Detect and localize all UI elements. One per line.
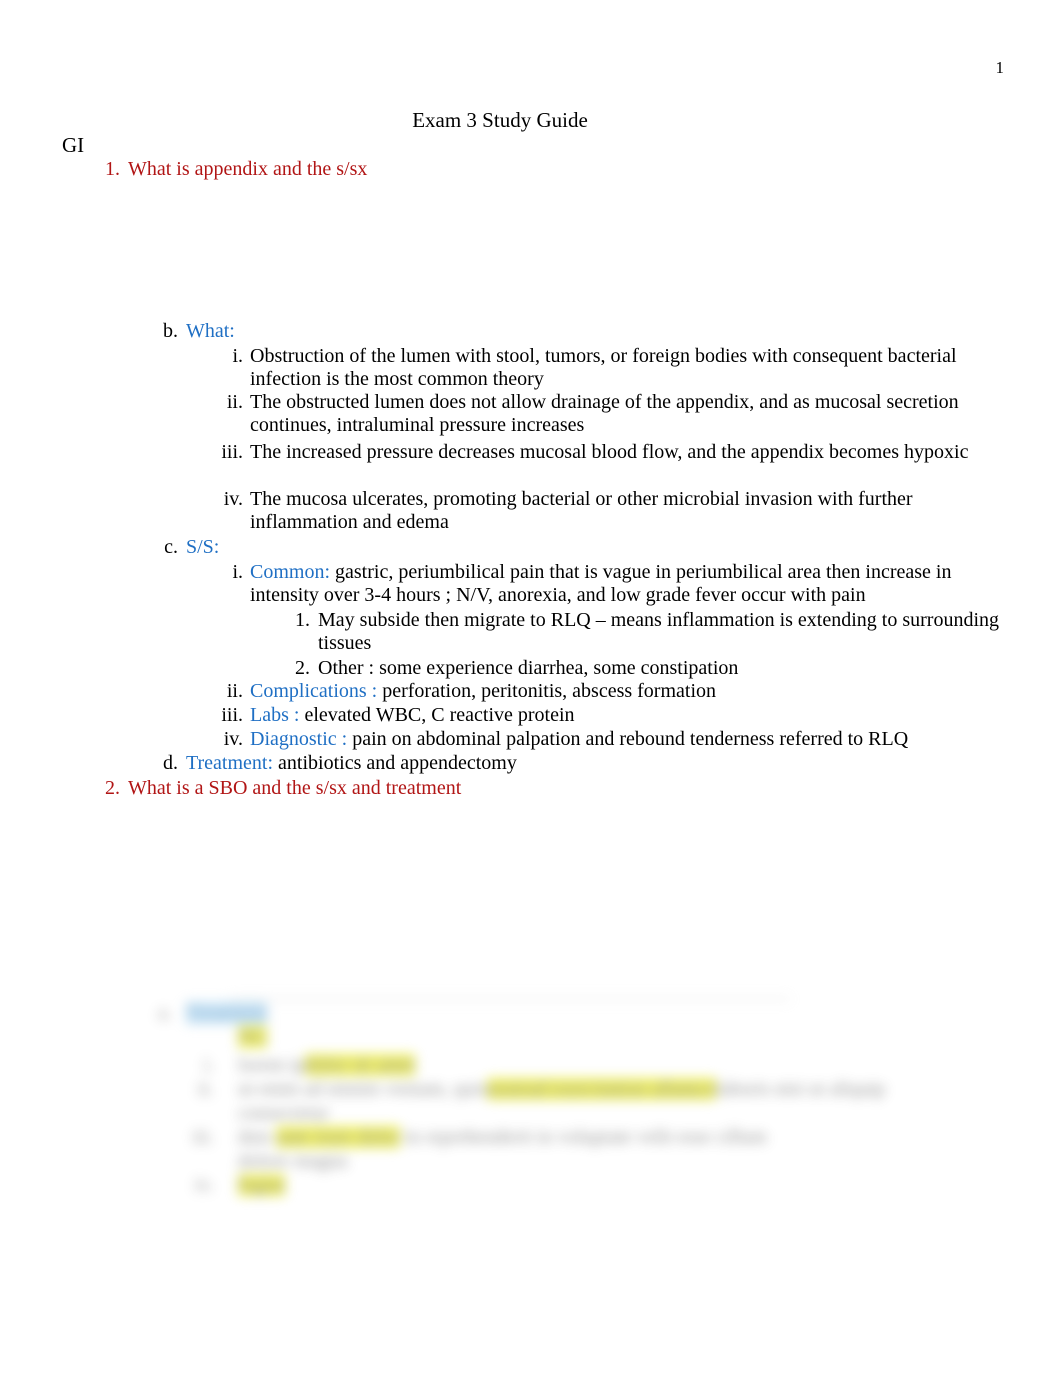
ss-common-sub-2: Other : some experience diarrhea, some c… <box>318 657 739 679</box>
redacted-pre-3: ut enim ad minim veniam, quis <box>238 1078 487 1100</box>
treatment-row: Treatment: antibiotics and appendectomy <box>186 752 1006 775</box>
label-common: Common: <box>250 561 331 583</box>
list-marker-what-iv: iv. <box>223 488 243 510</box>
redacted-highlight-3: nostrud exercitation ullamco <box>486 1078 716 1100</box>
question-2-text: What is a SBO and the s/sx and treatment <box>128 777 462 799</box>
ss-diagnostic-text: pain on abdominal palpation and rebound … <box>347 728 909 750</box>
redacted-marker-0: a. <box>158 1002 172 1024</box>
redacted-marker-3: ii. <box>197 1078 214 1100</box>
ss-complications-text: perforation, peritonitis, abscess format… <box>377 680 717 702</box>
redacted-post-3: laboris nisi ut aliquip <box>715 1078 886 1100</box>
what-item-iv: The mucosa ulcerates, promoting bacteria… <box>250 488 913 534</box>
label-diagnostic: Diagnostic : <box>250 728 348 750</box>
redacted-row-4-wrap: dolore magna <box>238 1150 348 1172</box>
treatment-text: antibiotics and appendectomy <box>273 752 517 774</box>
redacted-highlight-5: fugiat <box>238 1174 285 1196</box>
list-marker-q2: 2. <box>105 777 120 799</box>
list-marker-treatment: d. <box>163 752 178 774</box>
document-page: 1 Exam 3 Study Guide GI 1. What is appen… <box>0 0 1062 1377</box>
redacted-marker-4: iii. <box>192 1126 214 1148</box>
ss-labs-text: elevated WBC, C reactive protein <box>299 704 575 726</box>
redacted-post-4: in reprehenderit in voluptate velit esse… <box>399 1126 767 1148</box>
ss-complications-row: Complications : perforation, peritonitis… <box>250 680 1006 703</box>
list-marker-what-ii: ii. <box>226 391 243 413</box>
list-marker-diagnostic: iv. <box>223 728 243 750</box>
redacted-row-3-wrap: consectetur <box>238 1102 330 1124</box>
list-marker-ss: c. <box>164 536 178 558</box>
redacted-pre-4: duis <box>238 1126 277 1148</box>
redacted-row-2: lorem ipdolor sit amet <box>238 1054 416 1077</box>
list-marker-labs: iii. <box>221 704 243 726</box>
redacted-pre-2: lorem ip <box>238 1054 306 1076</box>
list-marker-common-2: 2. <box>295 657 310 679</box>
list-marker-complications: ii. <box>226 680 243 702</box>
list-marker-q1: 1. <box>105 158 120 180</box>
what-item-iii: The increased pressure decreases mucosal… <box>250 441 969 463</box>
ss-common-row: Common: gastric, periumbilical pain that… <box>250 561 1006 608</box>
label-what: What: <box>186 320 235 342</box>
ss-diagnostic-row: Diagnostic : pain on abdominal palpation… <box>250 728 1006 751</box>
redacted-highlight-4: aute irure dolor <box>276 1126 400 1148</box>
list-marker-common: i. <box>232 561 243 583</box>
what-item-ii: The obstructed lumen does not allow drai… <box>250 391 959 437</box>
redacted-row-3: ut enim ad minim veniam, quisnostrud exe… <box>238 1078 885 1101</box>
redacted-marker-5: iv. <box>194 1174 214 1196</box>
document-title: Exam 3 Study Guide <box>412 108 588 132</box>
list-marker-common-1: 1. <box>295 609 310 631</box>
redacted-highlight-2: dolor sit amet <box>305 1054 416 1076</box>
list-marker-what-i: i. <box>232 345 243 367</box>
redacted-marker-2: i. <box>203 1054 214 1076</box>
redacted-row-4: duis aute irure dolor in reprehenderit i… <box>238 1126 767 1149</box>
label-ss: S/S: <box>186 536 220 558</box>
label-complications: Complications : <box>250 680 378 702</box>
list-marker-what-iii: iii. <box>221 441 243 463</box>
redacted-row-5: fugiat <box>238 1174 285 1197</box>
question-1-text: What is appendix and the s/sx <box>128 158 368 180</box>
ss-common-sub-1: May subside then migrate to RLQ – means … <box>318 609 1000 655</box>
redacted-highlight-0: Treatment <box>186 1002 268 1024</box>
what-item-i: Obstruction of the lumen with stool, tum… <box>250 345 957 391</box>
ss-common-text: gastric, periumbilical pain that is vagu… <box>250 561 952 607</box>
label-labs: Labs : <box>250 704 300 726</box>
list-marker-what: b. <box>163 320 178 342</box>
redacted-row-0: Treatment <box>186 1002 268 1025</box>
page-number: 1 <box>995 58 1005 77</box>
section-heading-gi: GI <box>62 133 85 157</box>
faint-rule <box>230 998 790 1000</box>
redacted-highlight-1: NG <box>238 1026 267 1048</box>
ss-labs-row: Labs : elevated WBC, C reactive protein <box>250 704 1006 727</box>
label-treatment: Treatment: <box>186 752 274 774</box>
redacted-blurred-content: a. Treatment NG i. lorem ipdolor sit ame… <box>150 984 1040 1204</box>
redacted-row-1: NG <box>238 1026 267 1049</box>
